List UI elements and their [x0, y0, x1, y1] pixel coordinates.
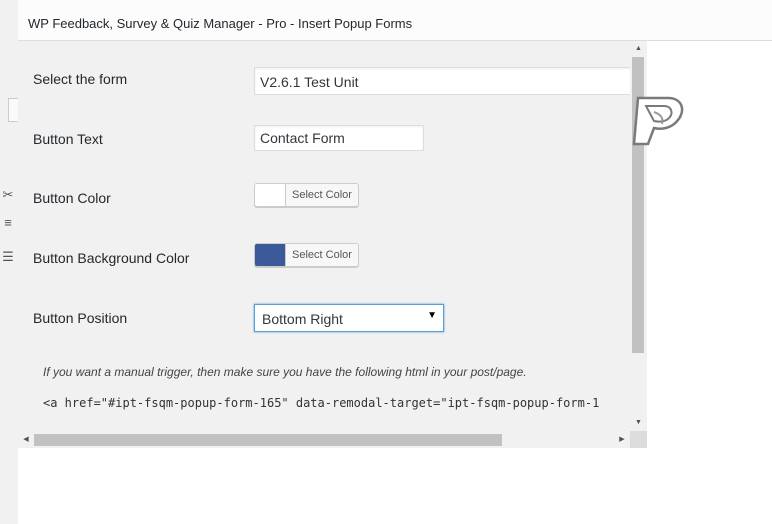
chevron-down-icon: ▼ — [427, 310, 437, 321]
button-color-swatch — [255, 184, 286, 206]
scroll-down-arrow-icon[interactable]: ▼ — [630, 415, 647, 431]
list-icon: ☰ — [2, 249, 14, 264]
fsqm-logo-icon — [632, 96, 684, 146]
button-text-input[interactable]: Contact Form — [254, 125, 424, 151]
background-editor-strip: ✂ ≡ ☰ — [0, 0, 20, 524]
button-bg-color-row: Button Background Color Select Color — [18, 243, 630, 283]
button-bg-color-swatch — [255, 244, 286, 266]
modal-title: WP Feedback, Survey & Quiz Manager - Pro… — [28, 16, 413, 31]
button-text-label: Button Text — [33, 131, 103, 147]
modal-header: WP Feedback, Survey & Quiz Manager - Pro… — [18, 0, 772, 41]
horizontal-scrollbar[interactable]: ◀ ▶ — [18, 431, 630, 448]
button-color-row: Button Color Select Color — [18, 183, 630, 223]
insert-popup-forms-modal: WP Feedback, Survey & Quiz Manager - Pro… — [18, 0, 772, 524]
select-color-label: Select Color — [292, 249, 352, 261]
button-color-picker[interactable]: Select Color — [254, 183, 359, 207]
button-bg-color-label: Button Background Color — [33, 250, 190, 266]
button-position-value: Bottom Right — [262, 311, 343, 327]
select-form-row: Select the form V2.6.1 Test Unit — [18, 63, 630, 103]
button-position-label: Button Position — [33, 310, 128, 326]
button-color-label: Button Color — [33, 190, 111, 206]
select-color-label: Select Color — [292, 189, 352, 201]
button-position-row: Button Position Bottom Right ▼ — [18, 303, 630, 343]
button-text-row: Button Text Contact Form — [18, 123, 630, 163]
button-bg-color-picker[interactable]: Select Color — [254, 243, 359, 267]
select-form-field[interactable]: V2.6.1 Test Unit — [254, 67, 630, 95]
align-icon: ≡ — [4, 215, 12, 230]
scroll-left-arrow-icon[interactable]: ◀ — [18, 431, 34, 448]
scroll-right-arrow-icon[interactable]: ▶ — [614, 431, 630, 448]
manual-trigger-code: <a href="#ipt-fsqm-popup-form-165" data-… — [43, 396, 600, 410]
button-position-select[interactable]: Bottom Right ▼ — [254, 304, 444, 332]
select-form-label: Select the form — [33, 71, 128, 87]
horizontal-scroll-thumb[interactable] — [34, 434, 502, 446]
manual-trigger-help: If you want a manual trigger, then make … — [43, 365, 527, 379]
modal-content: Select the form V2.6.1 Test Unit Button … — [18, 41, 630, 431]
unlink-icon: ✂ — [2, 187, 14, 202]
scroll-up-arrow-icon[interactable]: ▲ — [630, 41, 647, 57]
scroll-corner — [630, 431, 647, 448]
